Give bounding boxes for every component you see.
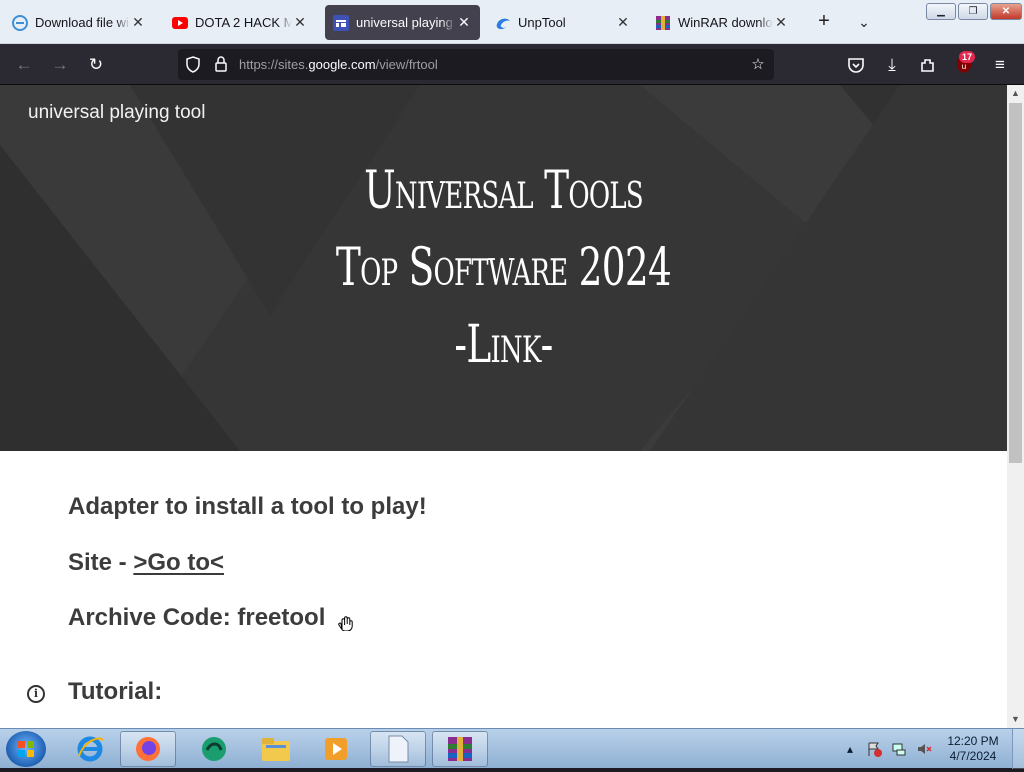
hero-title: Universal Tools Top Software 2024 -Link- xyxy=(141,153,866,384)
info-icon[interactable]: i xyxy=(27,685,45,703)
google-sites-icon xyxy=(333,14,349,31)
pocket-icon[interactable] xyxy=(843,52,869,78)
site-label: Site - xyxy=(68,549,134,576)
folder-icon[interactable] xyxy=(248,731,304,767)
site-line: Site - >Go to< xyxy=(68,549,224,577)
close-tab-icon[interactable]: ✕ xyxy=(773,14,789,31)
firefox-icon[interactable] xyxy=(120,731,176,767)
archive-code-text: Archive Code: freetool xyxy=(68,604,326,631)
adapter-text: Adapter to install a tool to play! xyxy=(68,493,427,520)
page-content: universal playing tool Universal Tools T… xyxy=(0,85,1007,728)
network-icon[interactable] xyxy=(889,729,909,769)
tab-label: Download file winlo xyxy=(35,15,130,30)
page-scrollbar[interactable]: ▲ ▼ xyxy=(1007,85,1024,728)
windows-logo-icon xyxy=(18,741,34,757)
svg-text:u: u xyxy=(962,62,966,71)
lock-icon[interactable] xyxy=(210,49,232,80)
action-center-flag-icon[interactable] xyxy=(864,729,884,769)
tab-label: universal playing to xyxy=(356,15,456,30)
back-button[interactable]: ← xyxy=(11,52,37,78)
tab-label: WinRAR download xyxy=(678,15,773,30)
site-icon xyxy=(12,14,28,31)
reload-button[interactable]: ↻ xyxy=(83,52,109,78)
tutorial-heading: Tutorial: xyxy=(68,678,163,705)
clock-date: 4/7/2024 xyxy=(949,749,997,763)
media-icon[interactable] xyxy=(186,731,242,767)
hand-cursor-icon xyxy=(338,616,353,631)
url-bar[interactable]: https://sites.google.com/view/frtool ☆ xyxy=(178,49,774,80)
new-tab-button[interactable]: + xyxy=(812,10,836,34)
start-button[interactable] xyxy=(6,731,46,767)
navigation-toolbar: ← → ↻ https://sites.google.com/view/frto… xyxy=(0,44,1024,85)
winrar-icon xyxy=(655,15,671,31)
hero-line: Universal Tools xyxy=(364,161,644,221)
tab-download-file[interactable]: Download file winlo ✕ xyxy=(4,5,154,40)
forward-button[interactable]: → xyxy=(47,52,73,78)
downloads-icon[interactable]: ⤓ xyxy=(879,52,905,78)
tab-universal-playing-tool[interactable]: universal playing to ✕ xyxy=(325,5,480,40)
winrar-icon[interactable] xyxy=(432,731,488,767)
close-tab-icon[interactable]: ✕ xyxy=(615,14,631,31)
scroll-thumb[interactable] xyxy=(1009,103,1022,463)
site-icon xyxy=(495,15,511,31)
close-tab-icon[interactable]: ✕ xyxy=(292,14,308,31)
show-hidden-icons-button[interactable]: ▴ xyxy=(843,729,857,769)
tab-dota-hack[interactable]: DOTA 2 HACK MENU ✕ xyxy=(164,5,316,40)
extension-badge: 17 xyxy=(959,51,976,63)
media-player-icon[interactable] xyxy=(308,731,364,767)
scroll-down-arrow-icon[interactable]: ▼ xyxy=(1007,711,1024,728)
tab-strip: Download file winlo ✕ DOTA 2 HACK MENU ✕… xyxy=(0,0,1024,44)
extensions-icon[interactable] xyxy=(915,52,941,78)
youtube-icon xyxy=(172,15,188,31)
hero-banner: universal playing tool Universal Tools T… xyxy=(0,85,1007,451)
show-desktop-button[interactable] xyxy=(1012,729,1024,769)
close-tab-icon[interactable]: ✕ xyxy=(130,14,146,31)
tab-label: DOTA 2 HACK MENU xyxy=(195,15,292,30)
windows-taskbar: ▴ 12:20 PM 4/7/2024 xyxy=(0,728,1024,769)
hero-line: -Link- xyxy=(454,315,553,375)
internet-explorer-icon[interactable] xyxy=(62,731,118,767)
shield-icon[interactable] xyxy=(182,49,204,80)
restore-button[interactable]: ❐ xyxy=(958,3,988,20)
site-name[interactable]: universal playing tool xyxy=(28,102,205,124)
tab-label: UnpTool xyxy=(518,15,566,30)
scroll-up-arrow-icon[interactable]: ▲ xyxy=(1007,85,1024,102)
minimize-button[interactable]: ▁ xyxy=(926,3,956,20)
document-icon[interactable] xyxy=(370,731,426,767)
list-all-tabs-button[interactable]: ⌄ xyxy=(854,10,874,34)
menu-icon[interactable]: ≡ xyxy=(987,52,1013,78)
close-window-button[interactable]: ✕ xyxy=(990,3,1022,20)
bookmark-star-icon[interactable]: ☆ xyxy=(747,49,769,80)
close-tab-icon[interactable]: ✕ xyxy=(456,14,472,31)
tab-winrar-download[interactable]: WinRAR download ✕ xyxy=(647,5,797,40)
tab-unptool[interactable]: UnpTool ✕ xyxy=(487,5,639,40)
hero-line: Top Software 2024 xyxy=(335,238,672,298)
url-text[interactable]: https://sites.google.com/view/frtool xyxy=(239,49,438,80)
clock[interactable]: 12:20 PM 4/7/2024 xyxy=(942,729,1004,769)
volume-muted-icon[interactable] xyxy=(914,729,934,769)
clock-time: 12:20 PM xyxy=(947,734,999,748)
go-to-link[interactable]: >Go to< xyxy=(133,549,224,576)
